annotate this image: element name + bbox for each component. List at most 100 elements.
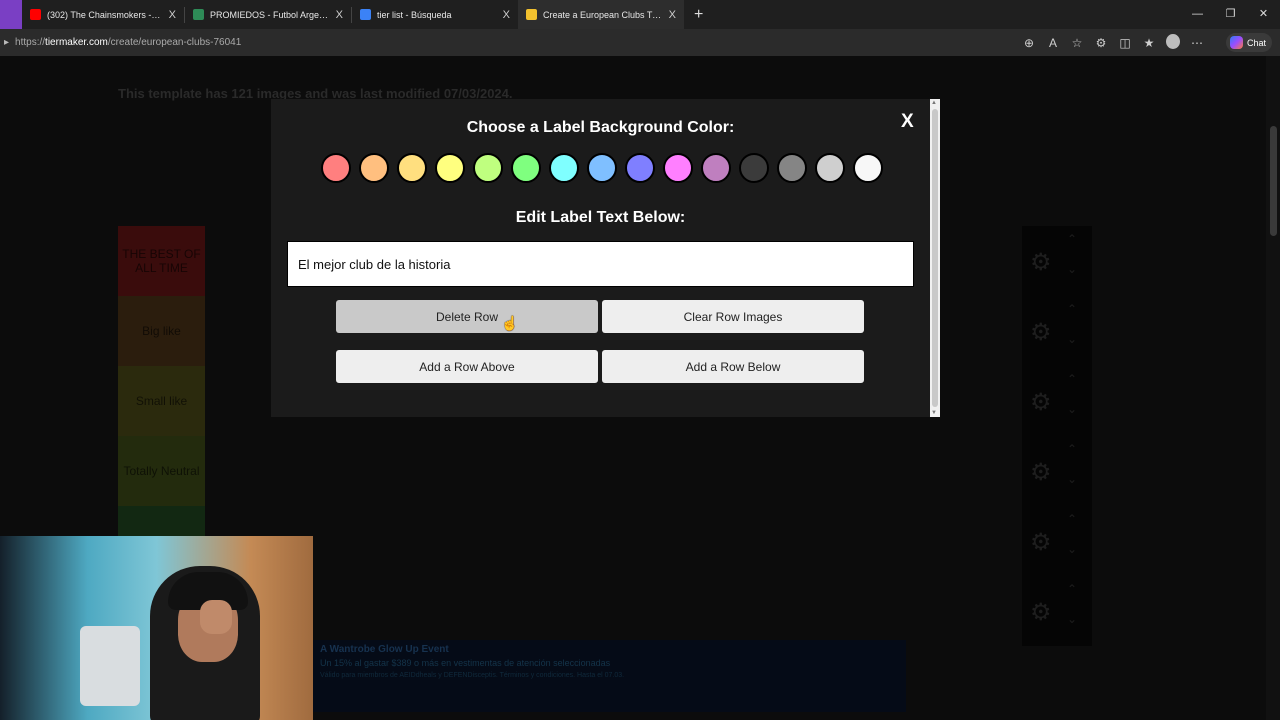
favorites-icon[interactable]: ★ <box>1142 36 1156 50</box>
tier-label-3[interactable]: Small like <box>118 366 205 436</box>
close-tab-icon[interactable]: X <box>503 9 510 21</box>
search-favicon-icon <box>360 9 371 20</box>
toolbar-icons: ⊕ A ☆ ⚙ ◫ ★ ⋯ <box>1022 29 1204 56</box>
gear-icon[interactable]: ⚙ <box>1030 318 1052 347</box>
color-heading: Choose a Label Background Color: <box>466 119 735 136</box>
chevron-down-icon[interactable]: ⌄ <box>1067 472 1077 486</box>
color-swatch[interactable] <box>435 153 465 183</box>
page-scrollbar[interactable] <box>1266 56 1280 720</box>
tab-promiedos[interactable]: PROMIEDOS - Futbol Argentino - X <box>185 0 351 29</box>
ad-title: A Wantrobe Glow Up Event <box>320 644 449 655</box>
color-swatch[interactable] <box>359 153 389 183</box>
scrollbar-thumb[interactable] <box>1270 126 1277 236</box>
profile-avatar[interactable] <box>1166 33 1180 52</box>
laundry-basket <box>80 626 140 706</box>
url-prefix: https:// <box>15 37 46 48</box>
close-tab-icon[interactable]: X <box>336 9 343 21</box>
gear-icon[interactable]: ⚙ <box>1030 458 1052 487</box>
chevron-up-icon[interactable]: ⌃ <box>1067 582 1077 596</box>
tab-title: Create a European Clubs Tier List <box>543 9 663 20</box>
ad-text: Un 15% al gastar $389 o más en vestiment… <box>320 658 611 668</box>
color-swatch[interactable] <box>815 153 845 183</box>
url-field[interactable]: https://tiermaker.com/create/european-cl… <box>15 37 241 48</box>
color-swatch[interactable] <box>587 153 617 183</box>
scroll-up-icon[interactable]: ▲ <box>931 100 937 106</box>
label-text-input[interactable] <box>287 241 914 287</box>
more-menu-icon[interactable]: ⋯ <box>1190 36 1204 50</box>
ad-fine-print: Válido para miembros de AEIDdheals y DEF… <box>320 672 625 679</box>
color-swatch[interactable] <box>511 153 541 183</box>
extensions-icon[interactable]: ⚙ <box>1094 36 1108 50</box>
tier-label-text: THE BEST OF ALL TIME <box>122 247 201 275</box>
tab-title: PROMIEDOS - Futbol Argentino - <box>210 9 330 20</box>
chevron-down-icon[interactable]: ⌄ <box>1067 542 1077 556</box>
color-swatch[interactable] <box>625 153 655 183</box>
close-tab-icon[interactable]: X <box>669 9 676 21</box>
delete-row-button[interactable]: Delete Row <box>336 300 598 333</box>
chevron-down-icon[interactable]: ⌄ <box>1067 332 1077 346</box>
chevron-down-icon[interactable]: ⌄ <box>1067 402 1077 416</box>
favorite-star-icon[interactable]: ☆ <box>1070 36 1084 50</box>
edit-row-modal: X Choose a Label Background Color: Edit … <box>271 99 940 417</box>
modal-scrollbar[interactable]: ▲ ▼ <box>930 99 940 417</box>
close-tab-icon[interactable]: X <box>169 9 176 21</box>
zoom-icon[interactable]: ⊕ <box>1022 36 1036 50</box>
row-controls: ⚙ ⌃ ⌄ <box>1022 296 1092 366</box>
add-row-above-button[interactable]: Add a Row Above <box>336 350 598 383</box>
tab-group-indicator[interactable] <box>0 0 22 29</box>
restore-icon[interactable]: ❐ <box>1214 0 1247 29</box>
chevron-up-icon[interactable]: ⌃ <box>1067 232 1077 246</box>
color-swatch[interactable] <box>663 153 693 183</box>
chevron-up-icon[interactable]: ⌃ <box>1067 372 1077 386</box>
clear-row-images-button[interactable]: Clear Row Images <box>602 300 864 333</box>
window-controls: — ❐ ✕ <box>1181 0 1280 29</box>
chevron-down-icon[interactable]: ⌄ <box>1067 612 1077 626</box>
copilot-chat-button[interactable]: Chat <box>1225 33 1272 52</box>
color-swatch[interactable] <box>321 153 351 183</box>
color-swatch[interactable] <box>739 153 769 183</box>
minimize-icon[interactable]: — <box>1181 0 1214 29</box>
text-heading: Edit Label Text Below: <box>515 209 686 226</box>
chevron-down-icon[interactable]: ⌄ <box>1067 262 1077 276</box>
tab-tiermaker[interactable]: Create a European Clubs Tier List X <box>518 0 684 29</box>
color-swatch[interactable] <box>397 153 427 183</box>
gear-icon[interactable]: ⚙ <box>1030 388 1052 417</box>
modal-scroll-thumb[interactable] <box>932 109 938 407</box>
color-swatches <box>321 153 883 183</box>
chevron-up-icon[interactable]: ⌃ <box>1067 302 1077 316</box>
new-tab-icon[interactable]: + <box>684 6 713 24</box>
scroll-down-icon[interactable]: ▼ <box>931 410 937 416</box>
tier-label-1[interactable]: THE BEST OF ALL TIME <box>118 226 205 296</box>
tab-search[interactable]: tier list - Búsqueda X <box>352 0 518 29</box>
tab-title: tier list - Búsqueda <box>377 9 452 20</box>
tier-label-4[interactable]: Totally Neutral <box>118 436 205 506</box>
youtube-favicon-icon <box>30 9 41 20</box>
color-swatch[interactable] <box>473 153 503 183</box>
tier-label-text: Totally Neutral <box>123 464 200 478</box>
row-controls: ⚙ ⌃ ⌄ <box>1022 576 1092 646</box>
read-aloud-icon[interactable]: A <box>1046 36 1060 50</box>
tab-youtube[interactable]: (302) The Chainsmokers - Closer ( X <box>22 0 184 29</box>
copilot-icon <box>1229 36 1243 49</box>
chevron-up-icon[interactable]: ⌃ <box>1067 512 1077 526</box>
gear-icon[interactable]: ⚙ <box>1030 598 1052 627</box>
split-screen-icon[interactable]: ◫ <box>1118 36 1132 50</box>
streamer-hand <box>200 600 232 634</box>
row-controls: ⚙ ⌃ ⌄ <box>1022 366 1092 436</box>
browser-tab-bar: (302) The Chainsmokers - Closer ( X PROM… <box>0 0 1280 29</box>
color-swatch[interactable] <box>777 153 807 183</box>
url-domain: tiermaker.com <box>45 37 108 48</box>
ad-banner[interactable]: A Wantrobe Glow Up Event Un 15% al gasta… <box>312 640 906 712</box>
chevron-up-icon[interactable]: ⌃ <box>1067 442 1077 456</box>
tier-label-text: Small like <box>135 394 188 408</box>
add-row-below-button[interactable]: Add a Row Below <box>602 350 864 383</box>
color-swatch[interactable] <box>549 153 579 183</box>
gear-icon[interactable]: ⚙ <box>1030 528 1052 557</box>
color-swatch[interactable] <box>853 153 883 183</box>
lock-icon[interactable]: ▸ <box>4 37 9 48</box>
row-controls: ⚙ ⌃ ⌄ <box>1022 506 1092 576</box>
close-window-icon[interactable]: ✕ <box>1247 0 1280 29</box>
gear-icon[interactable]: ⚙ <box>1030 248 1052 277</box>
tier-label-2[interactable]: Big like <box>118 296 205 366</box>
color-swatch[interactable] <box>701 153 731 183</box>
